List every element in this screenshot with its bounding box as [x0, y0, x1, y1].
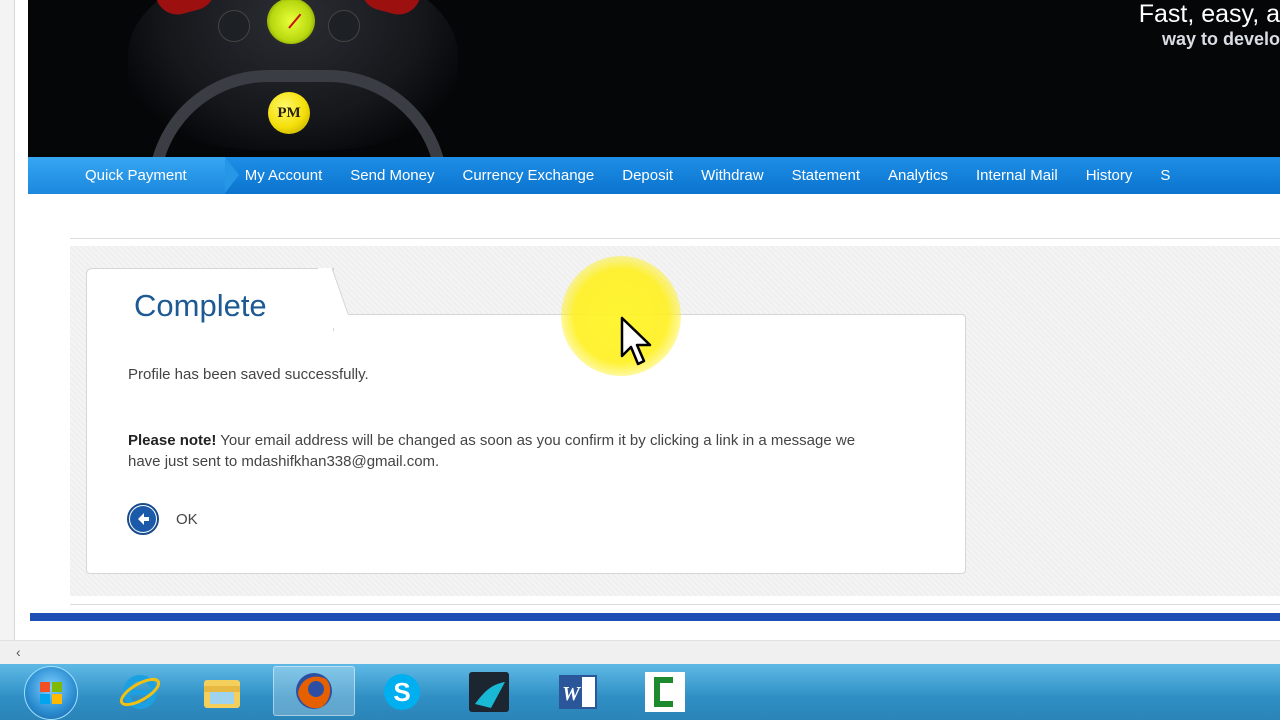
divider [70, 238, 1280, 239]
note-label: Please note! [128, 432, 217, 449]
window-left-edge [0, 0, 15, 640]
gauge-graphic [328, 10, 360, 42]
tagline-line-1: Fast, easy, a [1138, 0, 1280, 28]
note-text: Your email address will be changed as so… [128, 432, 856, 470]
svg-text:W: W [562, 683, 581, 705]
svg-text:S: S [393, 677, 410, 707]
internet-explorer-icon[interactable] [118, 670, 162, 714]
nav-deposit[interactable]: Deposit [608, 157, 687, 194]
app-icon[interactable] [467, 670, 511, 714]
nav-statement[interactable]: Statement [778, 157, 874, 194]
header-banner: PM Fast, easy, a way to develo [28, 0, 1280, 157]
page-title: Complete [134, 288, 267, 323]
nav-currency-exchange[interactable]: Currency Exchange [449, 157, 609, 194]
pm-logo[interactable]: PM [268, 92, 310, 134]
divider [70, 604, 1280, 605]
nav-history[interactable]: History [1072, 157, 1147, 194]
horizontal-scrollbar[interactable]: ‹ [0, 640, 1280, 665]
mouse-cursor-icon [620, 316, 652, 366]
email-note: Please note! Your email address will be … [128, 430, 888, 472]
start-button[interactable] [24, 666, 78, 720]
camtasia-icon[interactable] [643, 670, 687, 714]
tab-slant [318, 268, 349, 328]
tagline-line-2: way to develo [1161, 29, 1280, 49]
main-nav: Quick Payment My Account Send Money Curr… [28, 157, 1280, 194]
nav-analytics[interactable]: Analytics [874, 157, 962, 194]
nav-quick-payment[interactable]: Quick Payment [28, 157, 239, 194]
footer-bar [30, 613, 1280, 621]
nav-withdraw[interactable]: Withdraw [687, 157, 778, 194]
scroll-left-icon[interactable]: ‹ [16, 644, 21, 660]
nav-my-account[interactable]: My Account [231, 157, 337, 194]
word-icon[interactable]: W [556, 670, 600, 714]
nav-internal-mail[interactable]: Internal Mail [962, 157, 1072, 194]
gauge-graphic [218, 10, 250, 42]
taskbar [0, 664, 1280, 720]
success-message: Profile has been saved successfully. [128, 366, 369, 383]
tagline: Fast, easy, a way to develo [1139, 0, 1280, 50]
skype-icon[interactable]: S [380, 670, 424, 714]
nav-truncated[interactable]: S [1146, 157, 1184, 194]
file-explorer-icon[interactable] [200, 670, 244, 714]
nav-send-money[interactable]: Send Money [336, 157, 448, 194]
ok-label[interactable]: OK [176, 511, 198, 528]
back-arrow-icon[interactable] [127, 503, 159, 535]
firefox-icon[interactable] [273, 666, 355, 716]
ok-button[interactable]: OK [127, 503, 198, 535]
